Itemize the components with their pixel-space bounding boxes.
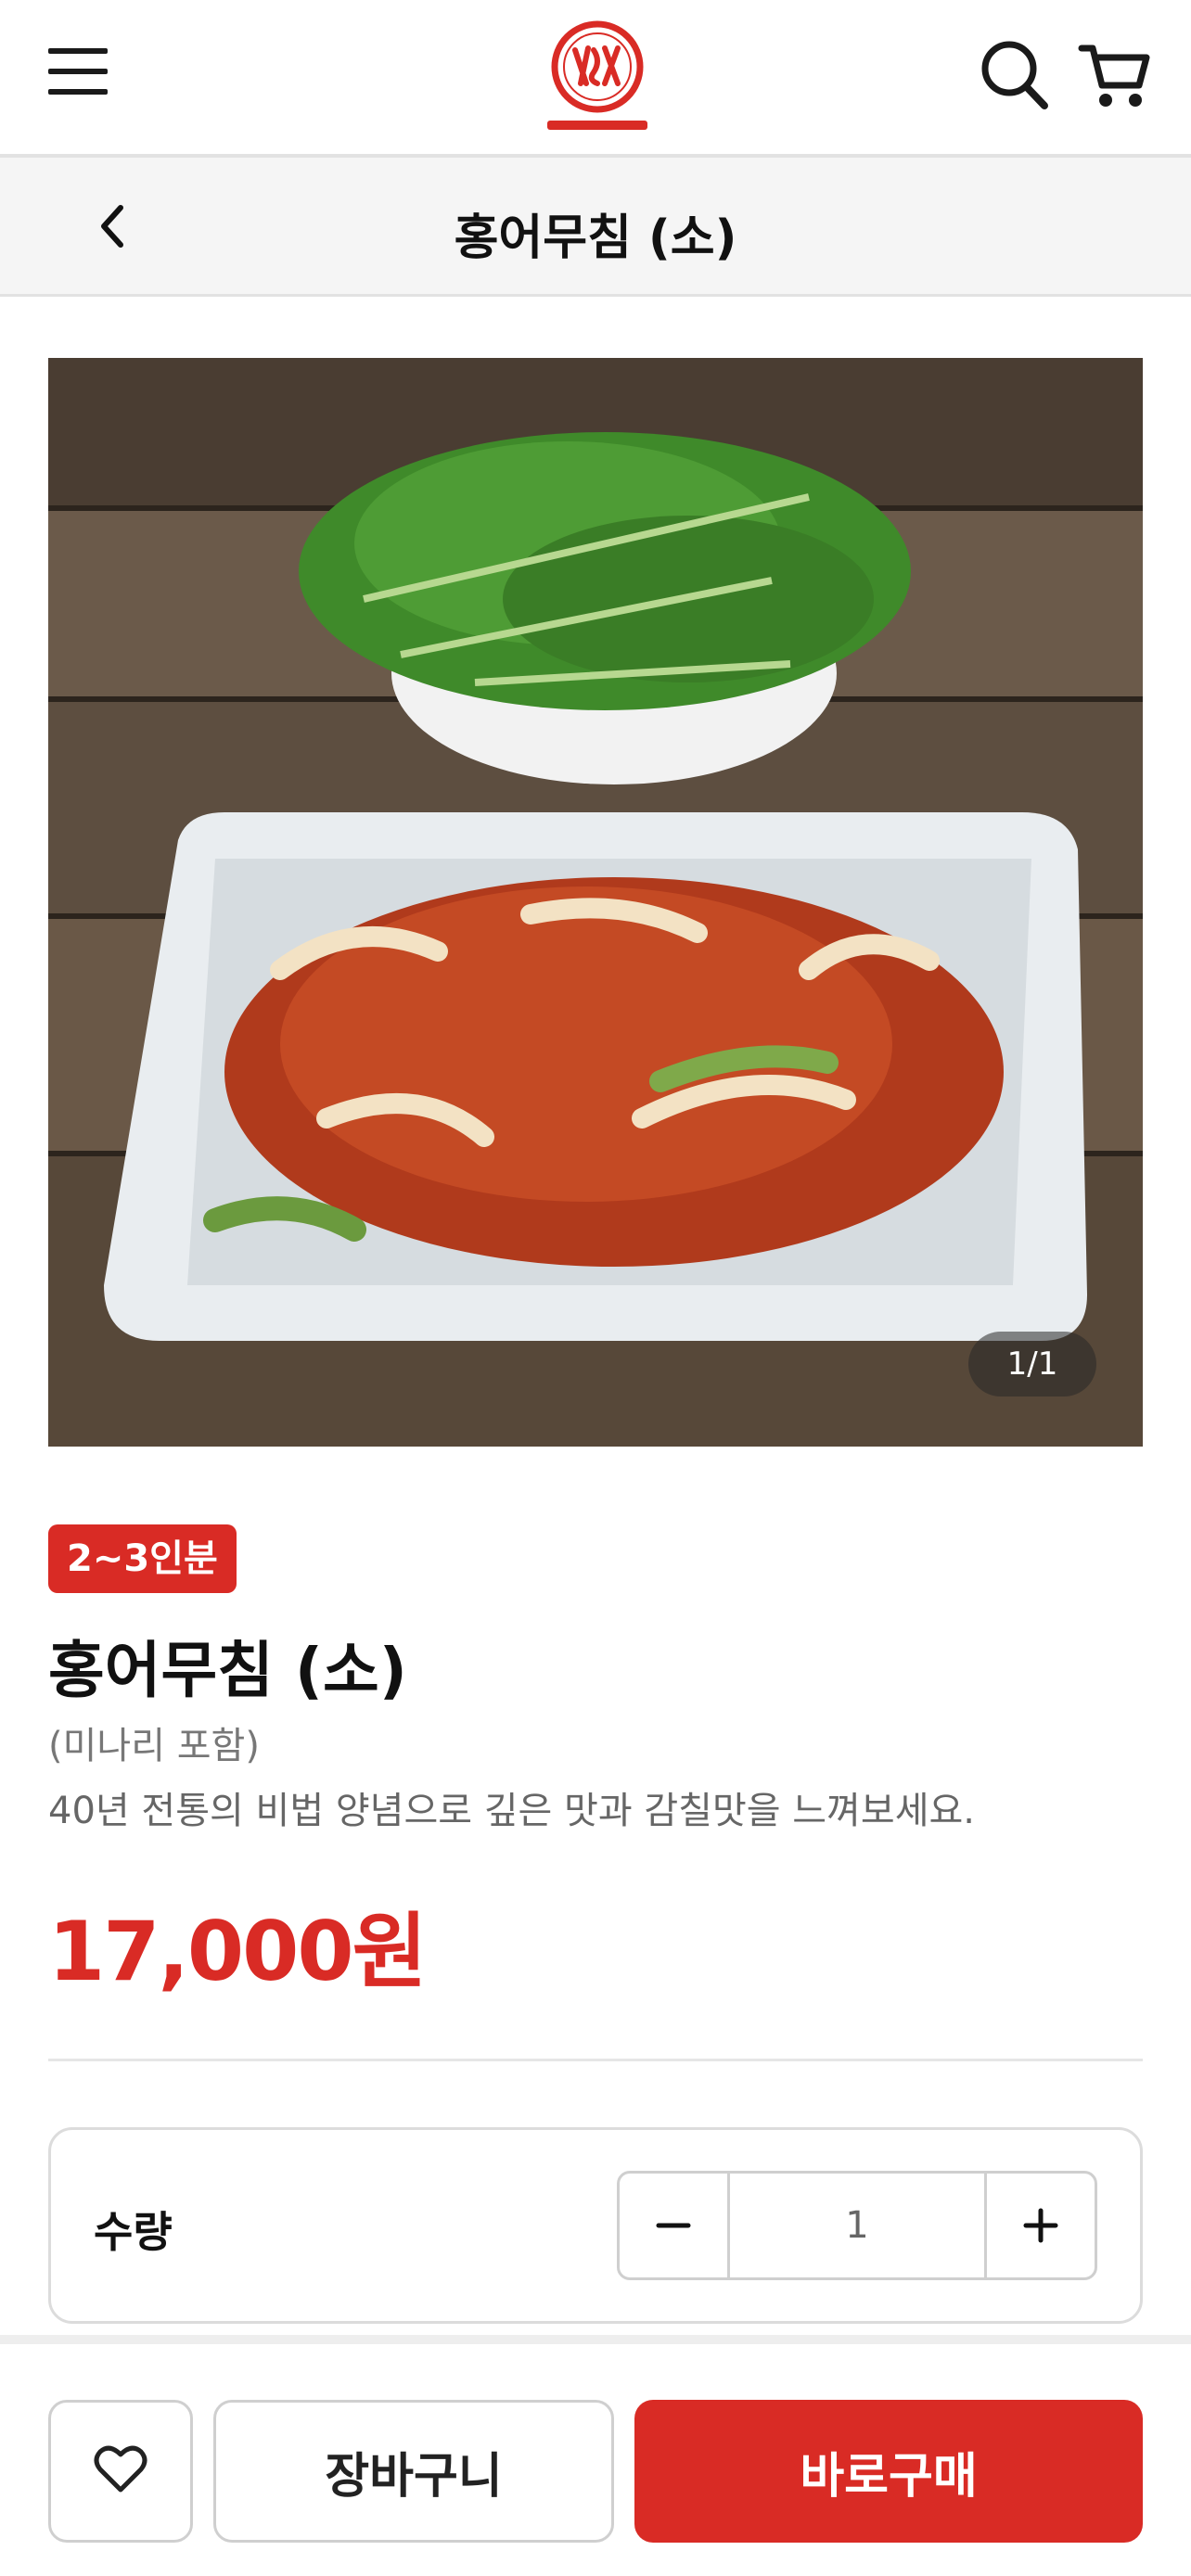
product-price: 17,000원 [48,1904,428,1999]
search-icon[interactable] [980,37,1050,111]
quantity-stepper: 1 [617,2171,1097,2280]
minus-icon[interactable] [620,2174,727,2277]
quantity-box: 수량 1 [48,2127,1143,2324]
plus-icon[interactable] [987,2174,1095,2277]
add-to-cart-button[interactable]: 장바구니 [213,2400,614,2543]
cart-icon[interactable] [1078,41,1150,109]
image-counter: 1/1 [968,1332,1096,1396]
heart-icon [93,2443,148,2499]
product-note: (미나리 포함) [48,1725,260,1767]
top-header [0,0,1191,154]
buy-now-button[interactable]: 바로구매 [634,2400,1143,2543]
quantity-value[interactable]: 1 [727,2174,987,2277]
product-image[interactable] [48,358,1143,1447]
quantity-label: 수량 [94,2207,173,2257]
page-title: 홍어무침 (소) [454,210,737,266]
hamburger-menu-icon[interactable] [48,45,109,98]
product-name: 홍어무침 (소) [48,1635,407,1706]
sub-header: 홍어무침 (소) [0,154,1191,297]
bottom-action-bar: 장바구니 바로구매 [0,2335,1191,2576]
wishlist-button[interactable] [48,2400,193,2543]
divider [48,2059,1143,2061]
brand-logo-icon[interactable] [540,17,655,135]
product-description: 40년 전통의 비법 양념으로 깊은 맛과 감칠맛을 느껴보세요. [48,1790,976,1832]
serving-badge: 2~3인분 [48,1524,237,1593]
